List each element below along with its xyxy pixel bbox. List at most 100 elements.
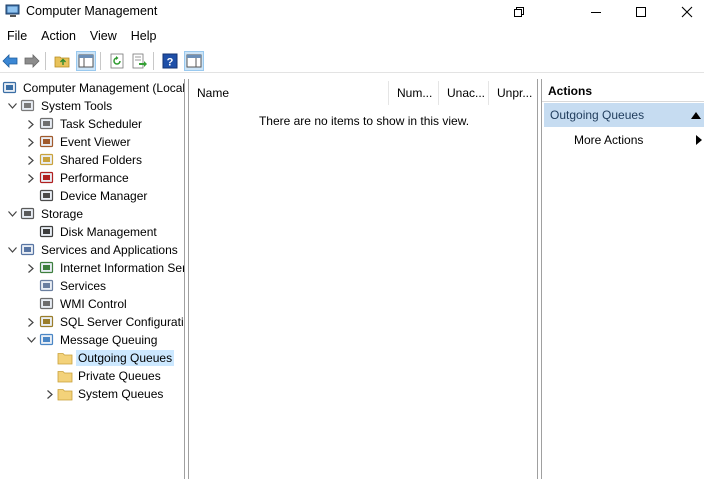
results-list[interactable]: Name Num... Unac... Unpr... There are no… [188, 79, 538, 479]
show-hide-tree-button[interactable] [76, 51, 96, 71]
tree-item-system-tools[interactable]: System Tools [0, 97, 184, 115]
menu-action[interactable]: Action [34, 26, 83, 46]
export-list-button[interactable] [129, 51, 149, 71]
export-list-icon [132, 53, 147, 69]
tree-item-message-queuing[interactable]: Message Queuing [0, 331, 184, 349]
actions-pane: Actions Outgoing Queues More Actions [541, 79, 704, 479]
column-header-unpr[interactable]: Unpr... [489, 81, 539, 105]
tree-item-label: Shared Folders [60, 153, 143, 167]
tree-item-wmi-control[interactable]: WMI Control [0, 295, 184, 313]
shared-folders-icon [39, 152, 55, 168]
tree-item-label: Internet Information Ser [60, 261, 185, 275]
tree-item-performance[interactable]: Performance [0, 169, 184, 187]
help-icon: ? [162, 53, 178, 69]
close-button[interactable] [664, 0, 704, 24]
empty-list-message: There are no items to show in this view. [258, 114, 470, 128]
wmi-control-icon [39, 296, 55, 312]
sql-server-config-icon [39, 314, 55, 330]
refresh-button[interactable] [107, 51, 127, 71]
actions-header: Actions [542, 80, 704, 102]
chevron-right-icon[interactable] [26, 169, 36, 187]
more-actions-item[interactable]: More Actions [574, 131, 643, 149]
column-header-name[interactable]: Name [189, 81, 389, 105]
back-icon [2, 54, 18, 68]
chevron-down-icon[interactable] [7, 97, 17, 115]
tree-item-label: WMI Control [60, 297, 127, 311]
maximize-icon [636, 7, 646, 17]
help-button[interactable]: ? [160, 51, 180, 71]
tree-item-services[interactable]: Services [0, 277, 184, 295]
tree-item-sql-server-configuratic[interactable]: SQL Server Configuratic [0, 313, 185, 331]
show-hide-action-pane-icon [186, 54, 202, 68]
computer-management-app-icon [5, 4, 20, 17]
close-icon [681, 6, 693, 18]
chevron-right-icon[interactable] [26, 133, 36, 151]
toolbar: ? [0, 49, 704, 73]
event-viewer-icon [39, 134, 55, 150]
tree-item-shared-folders[interactable]: Shared Folders [0, 151, 184, 169]
tree-item-label: Computer Management (Local [23, 81, 185, 95]
tree-item-label: Services [60, 279, 107, 293]
computer-management-icon [2, 80, 18, 96]
tree-item-private-queues[interactable]: Private Queues [0, 367, 184, 385]
refresh-icon [110, 53, 124, 69]
tree-item-label: Task Scheduler [60, 117, 143, 131]
tree-item-disk-management[interactable]: Disk Management [0, 223, 184, 241]
tree-item-device-manager[interactable]: Device Manager [0, 187, 184, 205]
chevron-down-icon[interactable] [7, 241, 17, 259]
tree-item-label: Device Manager [60, 189, 148, 203]
tree-item-system-queues[interactable]: System Queues [0, 385, 184, 403]
toolbar-separator [45, 52, 46, 70]
tree-item-label: Services and Applications [41, 243, 178, 257]
message-queuing-icon [39, 332, 55, 348]
chevron-right-icon[interactable] [26, 313, 36, 331]
services-applications-icon [20, 242, 36, 258]
services-icon [39, 278, 55, 294]
chevron-down-icon[interactable] [26, 331, 36, 349]
up-folder-icon [54, 56, 70, 68]
storage-icon [20, 206, 36, 222]
up-folder-button[interactable] [52, 51, 72, 71]
menu-view[interactable]: View [83, 26, 124, 46]
actions-section-outgoing-queues[interactable]: Outgoing Queues [544, 103, 704, 127]
menu-help[interactable]: Help [124, 26, 164, 46]
tree-item-label: Disk Management [60, 225, 157, 239]
folder-icon [57, 386, 73, 402]
chevron-right-icon[interactable] [26, 115, 36, 133]
folder-icon [57, 368, 73, 384]
chevron-right-icon[interactable] [26, 151, 36, 169]
tree-item-event-viewer[interactable]: Event Viewer [0, 133, 184, 151]
column-header-num[interactable]: Num... [389, 81, 439, 105]
task-scheduler-icon [39, 116, 55, 132]
minimize-icon [591, 12, 601, 13]
tree-item-outgoing-queues[interactable]: Outgoing Queues [0, 349, 184, 367]
tree-item-label: Performance [60, 171, 129, 185]
restore-button[interactable] [496, 0, 542, 24]
forward-button[interactable] [22, 51, 42, 71]
console-tree[interactable]: Computer Management (Local System Tools Ta… [0, 79, 185, 479]
tree-item-services-and-applications[interactable]: Services and Applications [0, 241, 184, 259]
collapse-triangle-icon [691, 112, 701, 119]
chevron-down-icon[interactable] [7, 205, 17, 223]
tree-item-label: System Tools [41, 99, 113, 113]
svg-text:?: ? [167, 57, 174, 69]
tree-item-label: SQL Server Configuratic [60, 315, 185, 329]
tree-item-label: Private Queues [78, 369, 161, 383]
menu-file[interactable]: File [0, 26, 34, 46]
show-hide-action-pane-button[interactable] [184, 51, 204, 71]
actions-section-label: Outgoing Queues [550, 108, 645, 122]
iis-icon [39, 260, 55, 276]
minimize-button[interactable] [573, 0, 619, 24]
forward-icon [24, 54, 40, 68]
chevron-right-icon[interactable] [26, 259, 36, 277]
tree-item-label: System Queues [78, 387, 164, 401]
column-header-unac[interactable]: Unac... [439, 81, 489, 105]
tree-item-storage[interactable]: Storage [0, 205, 184, 223]
tree-item-internet-information-ser[interactable]: Internet Information Ser [0, 259, 185, 277]
tree-item-task-scheduler[interactable]: Task Scheduler [0, 115, 184, 133]
back-button[interactable] [0, 51, 20, 71]
maximize-button[interactable] [618, 0, 664, 24]
more-actions-label: More Actions [574, 133, 644, 147]
chevron-right-icon[interactable] [45, 385, 55, 403]
tree-item-computer-management-local[interactable]: Computer Management (Local [0, 79, 185, 97]
